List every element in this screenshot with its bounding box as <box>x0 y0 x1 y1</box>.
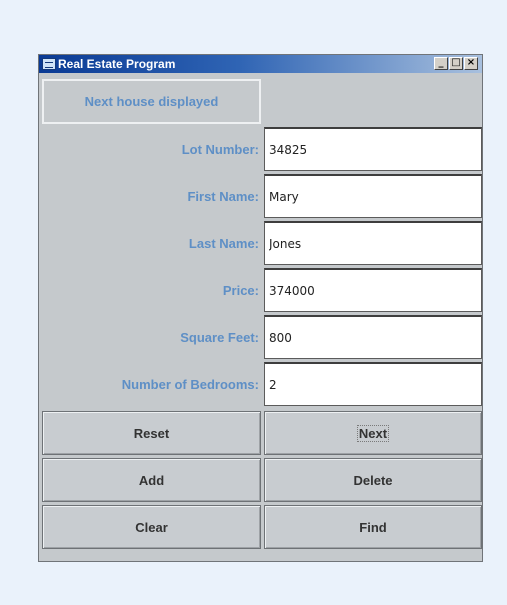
next-button-label: Next <box>356 424 390 442</box>
window-title: Real Estate Program <box>58 57 176 71</box>
add-button-label: Add <box>138 472 165 488</box>
find-button[interactable]: Find <box>264 505 482 549</box>
last-name-field[interactable] <box>264 221 482 265</box>
close-icon: × <box>466 57 476 68</box>
minimize-button[interactable]: _ <box>434 57 448 70</box>
clear-button-label: Clear <box>135 519 168 535</box>
reset-button[interactable]: Reset <box>42 411 261 455</box>
reset-button-label: Reset <box>133 425 170 441</box>
next-button[interactable]: Next <box>264 411 482 455</box>
close-button[interactable]: × <box>464 57 478 70</box>
delete-button[interactable]: Delete <box>264 458 482 502</box>
maximize-button[interactable]: □ <box>449 57 463 70</box>
bedrooms-label: Number of Bedrooms: <box>121 376 259 392</box>
title-bar[interactable]: Real Estate Program _ □ × <box>39 55 482 73</box>
price-label: Price: <box>222 282 259 298</box>
find-button-label: Find <box>359 519 387 535</box>
last-name-label: Last Name: <box>188 235 259 251</box>
lot-number-label: Lot Number: <box>181 141 259 157</box>
clear-button[interactable]: Clear <box>42 505 261 549</box>
first-name-field[interactable] <box>264 174 482 218</box>
bedrooms-field[interactable] <box>264 362 482 406</box>
maximize-icon: □ <box>451 57 461 68</box>
add-button[interactable]: Add <box>42 458 261 502</box>
price-field[interactable] <box>264 268 482 312</box>
minimize-icon: _ <box>438 57 444 68</box>
delete-button-label: Delete <box>353 472 393 488</box>
square-feet-field[interactable] <box>264 315 482 359</box>
first-name-label: First Name: <box>187 188 259 204</box>
app-icon[interactable] <box>42 58 56 70</box>
lot-number-field[interactable] <box>264 127 482 171</box>
status-message: Next house displayed <box>42 79 261 124</box>
window-controls: _ □ × <box>434 57 478 70</box>
square-feet-label: Square Feet: <box>180 329 259 345</box>
real-estate-window: Real Estate Program _ □ × Next house dis… <box>38 54 483 562</box>
